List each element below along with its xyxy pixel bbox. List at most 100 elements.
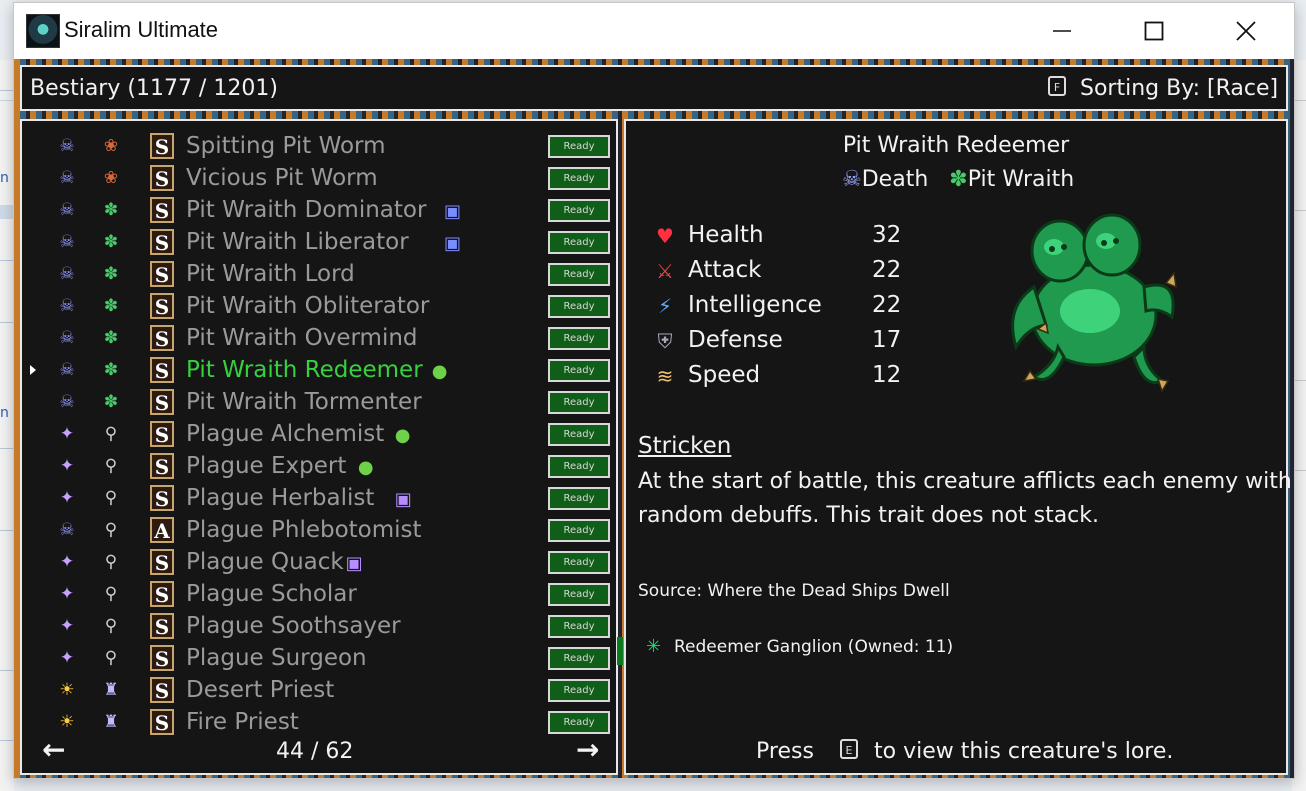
list-item[interactable]: ✦ ⚲ S Plague Herbalist ▣ Ready bbox=[26, 481, 616, 513]
ready-status: Ready bbox=[548, 295, 610, 318]
list-item[interactable]: ☠ ✽ S Pit Wraith Liberator ▣ Ready bbox=[26, 225, 616, 257]
class-icon: S bbox=[150, 389, 174, 415]
life-element-icon: ☀ bbox=[59, 680, 75, 700]
stat-label: Attack bbox=[688, 257, 762, 283]
priest-race-icon: ♜ bbox=[103, 680, 119, 700]
source-text: Source: Where the Dead Ships Dwell bbox=[638, 581, 950, 601]
stat-health: ♥ Health 32 bbox=[652, 219, 912, 253]
ready-status: Ready bbox=[548, 519, 610, 542]
ready-status: Ready bbox=[548, 615, 610, 638]
list-item[interactable]: ✦ ⚲ S Plague Alchemist ● Ready bbox=[26, 417, 616, 449]
prev-page-arrow[interactable]: ← bbox=[42, 733, 65, 766]
selection-cursor bbox=[30, 365, 36, 375]
close-button[interactable] bbox=[1200, 3, 1292, 59]
death-element-icon: ☠ bbox=[59, 168, 75, 188]
maximize-icon bbox=[1144, 21, 1164, 41]
sorting-label[interactable]: Sorting By: [Race] bbox=[1080, 76, 1278, 101]
list-item[interactable]: ✦ ⚲ S Plague Scholar Ready bbox=[26, 577, 616, 609]
wraith-race-icon: ✽ bbox=[103, 296, 119, 316]
list-item[interactable]: ✦ ⚲ S Plague Quack ▣ Ready bbox=[26, 545, 616, 577]
stat-value: 32 bbox=[872, 222, 902, 248]
title-bar[interactable]: Siralim Ultimate bbox=[14, 3, 1294, 59]
list-item[interactable]: ☠ ✽ S Pit Wraith Lord Ready bbox=[26, 257, 616, 289]
creature-name: Pit Wraith Redeemer bbox=[186, 357, 423, 383]
class-icon: S bbox=[150, 229, 174, 255]
creature-name: Pit Wraith Tormenter bbox=[186, 389, 422, 415]
ready-status: Ready bbox=[548, 263, 610, 286]
creature-detail-panel: Pit Wraith Redeemer ☠Death ✽Pit Wraith ♥… bbox=[624, 119, 1294, 775]
creature-name: Fire Priest bbox=[186, 709, 299, 735]
blob-badge-icon: ● bbox=[357, 457, 374, 478]
plague-race-icon: ⚲ bbox=[104, 424, 118, 444]
creature-name: Pit Wraith Dominator bbox=[186, 197, 427, 223]
creature-name: Plague Herbalist bbox=[186, 485, 375, 511]
wraith-race-icon: ✽ bbox=[103, 264, 119, 284]
list-item[interactable]: ✦ ⚲ S Plague Surgeon Ready bbox=[26, 641, 616, 673]
death-element-icon: ☠ bbox=[59, 264, 75, 284]
sorcery-element-icon: ✦ bbox=[59, 456, 75, 476]
next-page-arrow[interactable]: → bbox=[576, 733, 599, 766]
ready-status: Ready bbox=[548, 167, 610, 190]
ready-status: Ready bbox=[548, 135, 610, 158]
lore-key[interactable]: E bbox=[840, 739, 858, 759]
death-element-icon: ☠ bbox=[59, 136, 75, 156]
class-icon: S bbox=[150, 293, 174, 319]
list-item[interactable]: ☠ ✽ S Pit Wraith Tormenter Ready bbox=[26, 385, 616, 417]
blob-badge-icon: ● bbox=[431, 361, 448, 382]
creature-name: Plague Scholar bbox=[186, 581, 357, 607]
creature-name: Plague Quack bbox=[186, 549, 344, 575]
race-label: Pit Wraith bbox=[967, 167, 1075, 192]
death-element-icon: ☠ bbox=[59, 200, 75, 220]
class-icon: S bbox=[150, 421, 174, 447]
blob-badge-icon: ● bbox=[394, 425, 411, 446]
maximize-button[interactable] bbox=[1108, 3, 1200, 59]
list-item[interactable]: ☠ ✽ S Pit Wraith Dominator ▣ Ready bbox=[26, 193, 616, 225]
priest-race-icon: ♜ bbox=[103, 712, 119, 732]
ready-status: Ready bbox=[548, 679, 610, 702]
stat-intelligence: ⚡ Intelligence 22 bbox=[652, 289, 912, 323]
sort-key[interactable]: F bbox=[1048, 76, 1066, 96]
ready-status: Ready bbox=[548, 455, 610, 478]
class-icon: S bbox=[150, 549, 174, 575]
class-icon: S bbox=[150, 453, 174, 479]
death-element-icon: ☠ bbox=[59, 296, 75, 316]
ready-status: Ready bbox=[548, 711, 610, 734]
list-item[interactable]: ☠ ❀ S Vicious Pit Worm Ready bbox=[26, 161, 616, 193]
page-indicator: 44 / 62 bbox=[276, 739, 354, 764]
game-window: Siralim Ultimate Bestiary (1177 / 1201) … bbox=[13, 2, 1295, 779]
game-viewport[interactable]: Bestiary (1177 / 1201) F Sorting By: [Ra… bbox=[14, 59, 1294, 778]
death-element-icon: ☠ bbox=[59, 520, 75, 540]
class-icon: A bbox=[150, 517, 174, 543]
plague-race-icon: ⚲ bbox=[104, 584, 118, 604]
list-item[interactable]: ✦ ⚲ S Plague Expert ● Ready bbox=[26, 449, 616, 481]
ready-status: Ready bbox=[548, 327, 610, 350]
death-element-icon: ☠ bbox=[59, 232, 75, 252]
death-icon: ☠ bbox=[842, 167, 862, 192]
stat-label: Defense bbox=[688, 327, 783, 353]
shield-icon: ⛨ bbox=[657, 329, 673, 353]
creature-name: Plague Alchemist bbox=[186, 421, 385, 447]
sorcery-element-icon: ✦ bbox=[59, 488, 75, 508]
list-item[interactable]: ☠ ✽ S Pit Wraith Obliterator Ready bbox=[26, 289, 616, 321]
scrollbar-thumb[interactable] bbox=[617, 637, 623, 665]
card-purple-badge-icon: ▣ bbox=[394, 489, 412, 510]
minimize-button[interactable] bbox=[1016, 3, 1108, 59]
class-icon: S bbox=[150, 133, 174, 159]
heart-icon: ♥ bbox=[656, 224, 674, 248]
list-item[interactable]: ☠ ❀ S Spitting Pit Worm Ready bbox=[26, 129, 616, 161]
death-element-icon: ☠ bbox=[59, 328, 75, 348]
creature-name: Pit Wraith Overmind bbox=[186, 325, 418, 351]
list-item[interactable]: ☠ ⚲ A Plague Phlebotomist Ready bbox=[26, 513, 616, 545]
stat-value: 17 bbox=[872, 327, 902, 353]
list-item[interactable]: ☀ ♜ S Fire Priest Ready bbox=[26, 705, 616, 737]
plague-race-icon: ⚲ bbox=[104, 552, 118, 572]
list-item[interactable]: ✦ ⚲ S Plague Soothsayer Ready bbox=[26, 609, 616, 641]
window-title: Siralim Ultimate bbox=[64, 17, 219, 42]
ready-status: Ready bbox=[548, 647, 610, 670]
list-item[interactable]: ☠ ✽ S Pit Wraith Overmind Ready bbox=[26, 321, 616, 353]
list-item[interactable]: ☀ ♜ S Desert Priest Ready bbox=[26, 673, 616, 705]
trait-name: Stricken bbox=[638, 433, 732, 459]
sorcery-element-icon: ✦ bbox=[59, 552, 75, 572]
stat-attack: ⚔ Attack 22 bbox=[652, 254, 912, 288]
list-item[interactable]: ☠ ✽ S Pit Wraith Redeemer ● Ready bbox=[26, 353, 616, 385]
